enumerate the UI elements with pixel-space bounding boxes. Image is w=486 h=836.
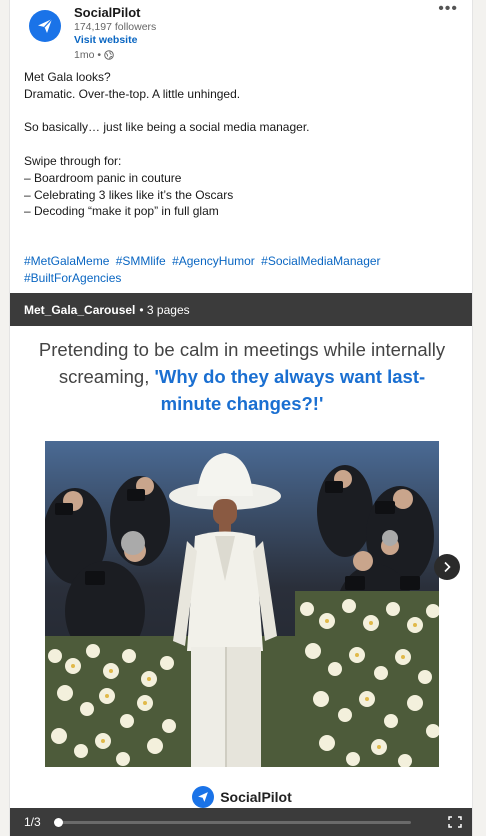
post-paragraph: So basically… just like being a social m…: [24, 120, 310, 135]
hashtag-link[interactable]: #SMMlife: [116, 254, 166, 268]
send-logo-icon: [198, 792, 209, 802]
progress-track[interactable]: [54, 817, 411, 827]
next-slide-button[interactable]: [434, 554, 460, 580]
hashtag-link[interactable]: #AgencyHumor: [172, 254, 255, 268]
carousel-footer: 1/3: [10, 808, 472, 836]
slide-heading-highlight: 'Why do they always want last-minute cha…: [154, 366, 426, 414]
slide-photo: [45, 441, 439, 767]
slide-brand: SocialPilot: [10, 786, 472, 808]
document-title-bar: Met_Gala_Carousel • 3 pages: [10, 293, 472, 326]
slide-heading: Pretending to be calm in meetings while …: [30, 336, 454, 417]
fullscreen-icon[interactable]: [448, 816, 462, 828]
hashtag-link[interactable]: #BuiltForAgencies: [24, 271, 121, 285]
document-page-count: • 3 pages: [139, 302, 190, 317]
document-filename: Met_Gala_Carousel: [24, 302, 136, 317]
carousel-slide[interactable]: Pretending to be calm in meetings while …: [10, 326, 472, 808]
post-header: SocialPilot 174,197 followers Visit webs…: [10, 0, 472, 62]
send-logo-icon: [38, 18, 53, 33]
hashtags: #MetGalaMeme #SMMlife #AgencyHumor #Soci…: [24, 253, 464, 287]
author-name[interactable]: SocialPilot: [74, 5, 156, 21]
progress-knob[interactable]: [54, 817, 63, 827]
more-options-button[interactable]: •••: [438, 0, 458, 18]
brand-logo: [192, 786, 215, 808]
globe-icon: [104, 50, 114, 60]
slide-brand-name: SocialPilot: [220, 789, 292, 805]
chevron-right-icon: [444, 561, 451, 573]
page-indicator: 1/3: [24, 815, 41, 829]
post-meta: 1mo •: [74, 48, 156, 62]
post-time: 1mo •: [74, 49, 102, 61]
hashtag-link[interactable]: #MetGalaMeme: [24, 254, 109, 268]
post-paragraph: Swipe through for: – Boardroom panic in …: [24, 153, 234, 219]
company-logo[interactable]: [29, 10, 61, 42]
post-text: Met Gala looks? Dramatic. Over-the-top. …: [24, 69, 464, 220]
visit-website-link[interactable]: Visit website: [74, 34, 156, 47]
author-info: SocialPilot 174,197 followers Visit webs…: [74, 5, 156, 62]
post-paragraph: Met Gala looks? Dramatic. Over-the-top. …: [24, 70, 241, 101]
post-card: SocialPilot 174,197 followers Visit webs…: [9, 0, 473, 836]
hashtag-link[interactable]: #SocialMediaManager: [261, 254, 380, 268]
met-gala-photo-illustration: [45, 441, 439, 767]
follower-count: 174,197 followers: [74, 21, 157, 33]
